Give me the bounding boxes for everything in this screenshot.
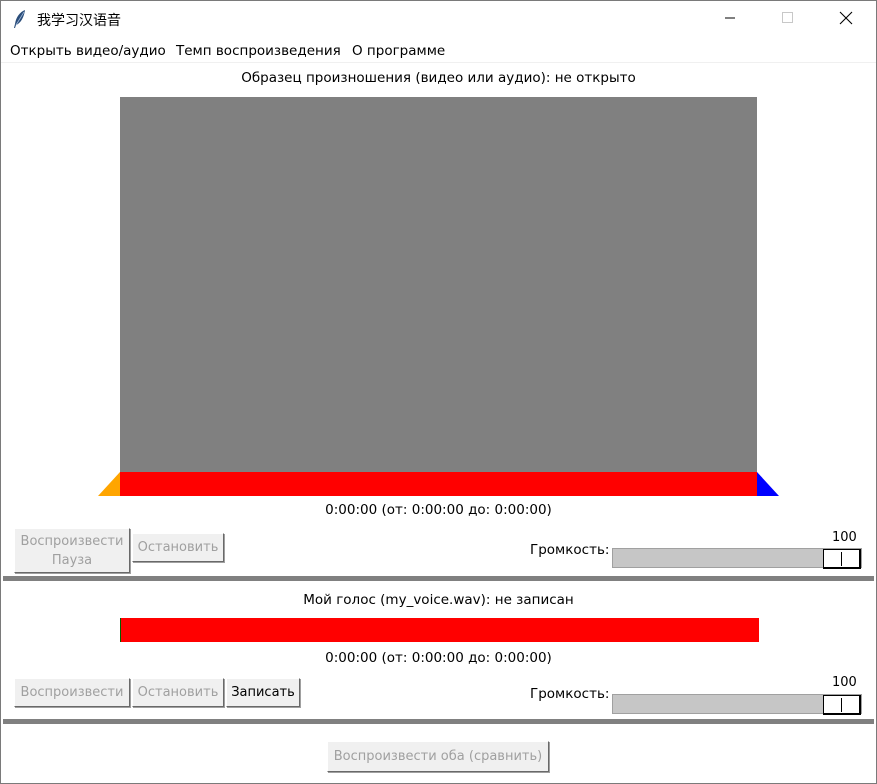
menu-open-media[interactable]: Открыть видео/аудио	[10, 43, 166, 59]
section-separator-2	[3, 719, 874, 724]
sample-volume-thumb[interactable]	[823, 549, 861, 569]
end-marker	[757, 472, 779, 496]
play-label: Воспроизвести	[20, 533, 124, 549]
my-voice-progress-bar[interactable]	[120, 618, 759, 642]
my-voice-volume-value: 100	[832, 675, 857, 690]
sample-header: Образец произношения (видео или аудио): …	[241, 70, 636, 86]
maximize-button[interactable]	[759, 1, 817, 39]
sample-volume-label: Громкость:	[530, 542, 610, 558]
sample-progress-bar	[120, 472, 757, 496]
close-icon	[839, 11, 853, 29]
sample-play-pause-button[interactable]: Воспроизвести Пауза	[14, 528, 130, 573]
sample-volume-slider[interactable]	[612, 548, 862, 569]
close-button[interactable]	[817, 1, 875, 39]
my-voice-stop-button[interactable]: Остановить	[132, 678, 224, 707]
start-marker	[98, 472, 120, 496]
record-button[interactable]: Записать	[226, 678, 300, 707]
my-voice-play-button[interactable]: Воспроизвести	[14, 678, 130, 707]
feather-icon	[13, 9, 27, 29]
sample-timeline[interactable]	[98, 472, 780, 497]
my-voice-time-readout: 0:00:00 (от: 0:00:00 до: 0:00:00)	[325, 650, 552, 666]
thumb-grip	[841, 698, 842, 712]
minimize-button[interactable]	[701, 1, 759, 39]
my-voice-volume-label: Громкость:	[530, 686, 610, 702]
my-voice-header: Мой голос (my_voice.wav): не записан	[303, 592, 574, 608]
pause-label: Пауза	[51, 552, 93, 568]
video-canvas	[120, 97, 757, 472]
window-title: 我学习汉语音	[37, 13, 121, 29]
section-separator-1	[3, 576, 874, 581]
menu-playback-speed[interactable]: Темп воспроизведения	[176, 43, 341, 59]
my-voice-volume-thumb[interactable]	[823, 695, 861, 715]
minimize-icon	[724, 12, 736, 28]
maximize-icon	[782, 12, 794, 28]
thumb-grip	[841, 552, 842, 566]
menu-about[interactable]: О программе	[352, 43, 445, 59]
sample-stop-button[interactable]: Остановить	[132, 533, 224, 562]
play-both-compare-button[interactable]: Воспроизвести оба (сравнить)	[327, 741, 549, 772]
my-voice-volume-slider[interactable]	[612, 694, 862, 715]
sample-time-readout: 0:00:00 (от: 0:00:00 до: 0:00:00)	[325, 502, 552, 518]
sample-volume-value: 100	[832, 530, 857, 545]
